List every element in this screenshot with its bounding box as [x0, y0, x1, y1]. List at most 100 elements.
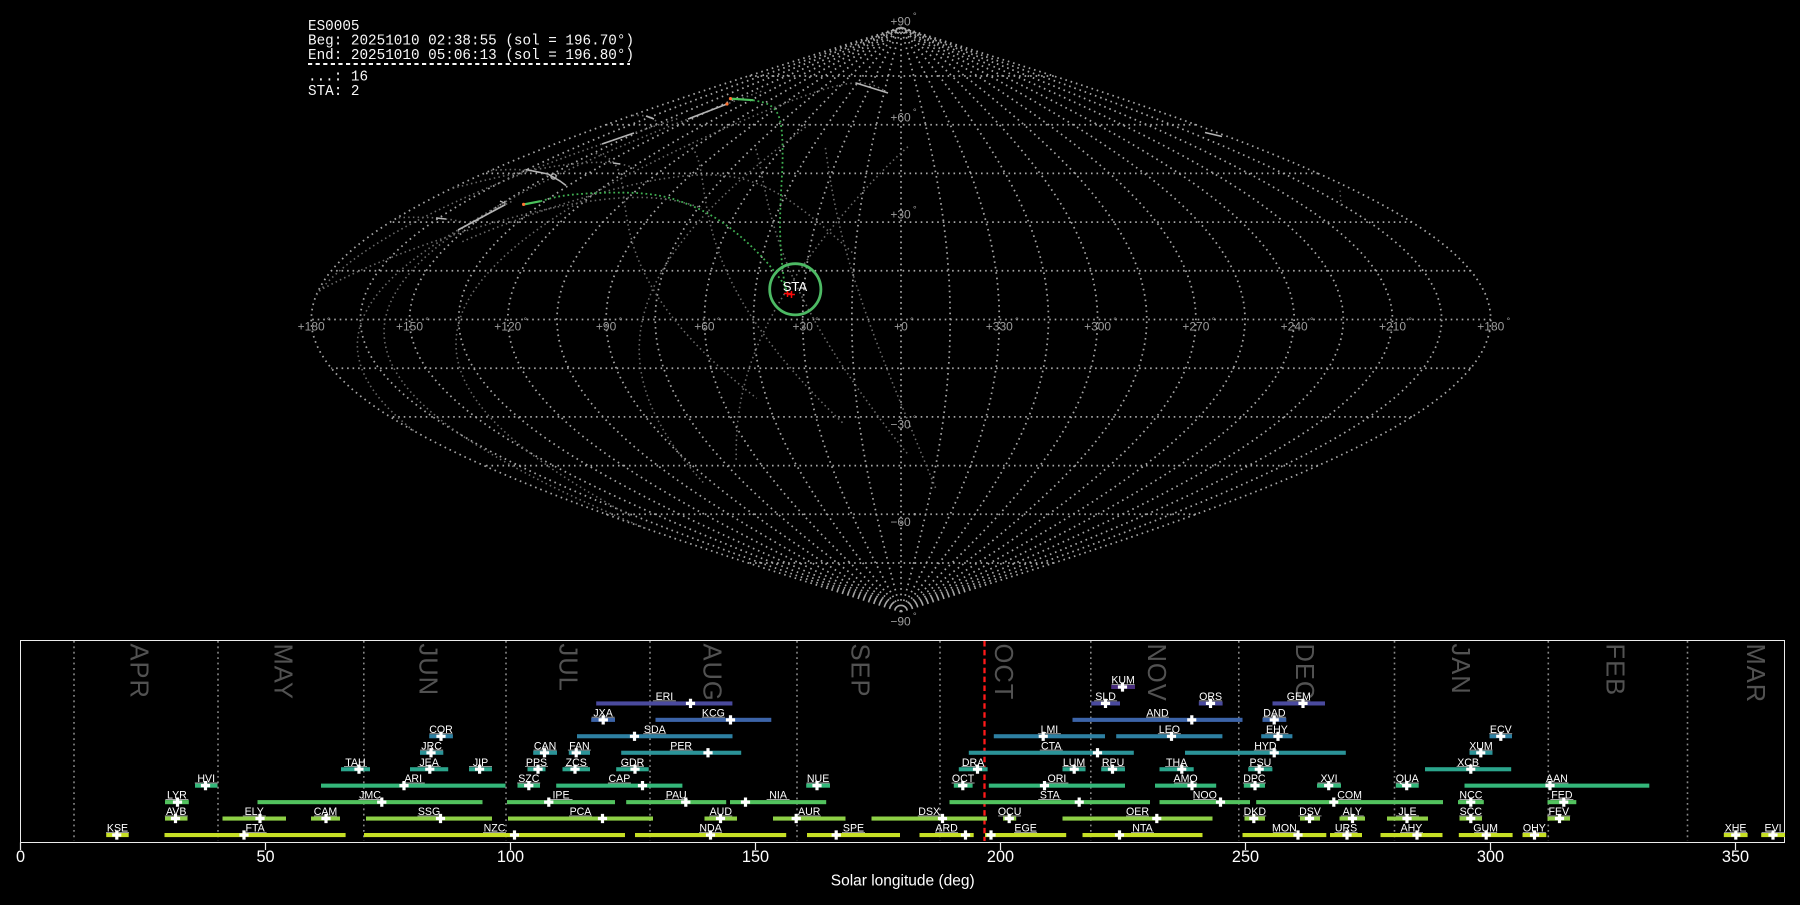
svg-text:IPE: IPE: [552, 790, 569, 802]
svg-text:250: 250: [1232, 848, 1259, 866]
svg-text:TAH: TAH: [345, 757, 365, 769]
svg-text:MON: MON: [1272, 823, 1297, 835]
svg-text:°: °: [524, 316, 528, 327]
svg-text:+210: +210: [1379, 320, 1406, 334]
svg-text:APR: APR: [125, 644, 153, 699]
svg-text:°: °: [619, 316, 623, 327]
svg-text:Solar longitude (deg): Solar longitude (deg): [831, 872, 975, 889]
svg-text:ERI: ERI: [656, 691, 674, 703]
svg-text:NIA: NIA: [769, 790, 788, 802]
svg-text:°: °: [815, 316, 819, 327]
svg-text:300: 300: [1477, 848, 1504, 866]
svg-text:+300: +300: [1084, 320, 1111, 334]
svg-text:JUN: JUN: [414, 644, 442, 697]
svg-text:+60: +60: [890, 110, 911, 124]
svg-text:PER: PER: [670, 740, 692, 752]
svg-text:ORI: ORI: [1047, 773, 1066, 785]
svg-text:°: °: [913, 611, 917, 622]
svg-text:+30: +30: [793, 320, 814, 334]
svg-text:STA: 2: STA: 2: [308, 84, 359, 100]
svg-text:150: 150: [742, 848, 769, 866]
svg-text:+240: +240: [1281, 320, 1308, 334]
svg-text:GDR: GDR: [621, 757, 645, 769]
svg-text:°: °: [913, 107, 917, 118]
svg-text:AUG: AUG: [697, 644, 725, 702]
svg-text:AHY: AHY: [1401, 823, 1423, 835]
svg-text:KCG: KCG: [702, 708, 725, 720]
svg-text:°: °: [910, 316, 914, 327]
svg-text:THA: THA: [1166, 757, 1188, 769]
svg-text:+180: +180: [298, 320, 325, 334]
svg-text:NZC: NZC: [484, 823, 506, 835]
svg-text:OCT: OCT: [989, 644, 1017, 701]
svg-text:JUL: JUL: [553, 644, 581, 692]
svg-text:+60: +60: [694, 320, 715, 334]
svg-text:AND: AND: [1146, 708, 1169, 720]
svg-text:+90: +90: [890, 15, 911, 29]
svg-text:°: °: [913, 512, 917, 523]
svg-text:+270: +270: [1182, 320, 1209, 334]
svg-text:°: °: [913, 204, 917, 215]
svg-text:+120: +120: [494, 320, 521, 334]
svg-text:NTA: NTA: [1132, 823, 1153, 835]
svg-text:COM: COM: [1337, 790, 1362, 802]
svg-text:AMO: AMO: [1174, 773, 1198, 785]
svg-text:+30: +30: [890, 208, 911, 222]
svg-text:DSX: DSX: [918, 806, 940, 818]
svg-text:LEO: LEO: [1159, 724, 1180, 736]
svg-text:°: °: [1212, 316, 1216, 327]
svg-text:JMC: JMC: [359, 790, 381, 802]
svg-text:PAU: PAU: [666, 790, 687, 802]
svg-text:ARD: ARD: [935, 823, 958, 835]
svg-text:FAN: FAN: [569, 740, 590, 752]
svg-text:SSG: SSG: [418, 806, 440, 818]
svg-text:°: °: [1113, 316, 1117, 327]
svg-text:AUR: AUR: [798, 806, 821, 818]
svg-text:End: 20251010 05:06:13 (sol =: End: 20251010 05:06:13 (sol = 196.80°): [308, 48, 634, 64]
svg-text:100: 100: [497, 848, 524, 866]
svg-text:°: °: [1507, 316, 1511, 327]
svg-text:FED: FED: [1551, 790, 1573, 802]
svg-text:STA: STA: [783, 279, 808, 294]
svg-text:ARI: ARI: [404, 773, 422, 785]
svg-text:+90: +90: [596, 320, 617, 334]
svg-text:200: 200: [987, 848, 1014, 866]
svg-text:0: 0: [16, 848, 25, 866]
svg-text:GEM: GEM: [1287, 691, 1311, 703]
svg-text:PCA: PCA: [570, 806, 593, 818]
svg-text:+330: +330: [986, 320, 1013, 334]
svg-text:°: °: [1015, 316, 1019, 327]
svg-text:+0: +0: [894, 320, 908, 334]
svg-text:°: °: [717, 316, 721, 327]
svg-text:−30: −30: [890, 418, 911, 432]
svg-text:SDA: SDA: [644, 724, 667, 736]
svg-text:−90: −90: [890, 615, 911, 629]
svg-text:EGE: EGE: [1014, 823, 1036, 835]
svg-text:NOO: NOO: [1193, 790, 1217, 802]
svg-text:°: °: [1408, 316, 1412, 327]
svg-text:50: 50: [256, 848, 274, 866]
svg-text:STA: STA: [1040, 790, 1061, 802]
svg-text:FEB: FEB: [1600, 644, 1628, 697]
svg-text:JAN: JAN: [1446, 644, 1474, 695]
svg-text:SEP: SEP: [845, 644, 873, 698]
svg-text:+180: +180: [1477, 320, 1504, 334]
svg-text:NOV: NOV: [1142, 644, 1170, 702]
svg-text:°: °: [1310, 316, 1314, 327]
svg-text:OER: OER: [1126, 806, 1149, 818]
svg-text:°: °: [425, 316, 429, 327]
svg-text:°: °: [327, 316, 331, 327]
svg-text:CAP: CAP: [609, 773, 631, 785]
svg-text:350: 350: [1722, 848, 1749, 866]
svg-text:DRA: DRA: [962, 757, 985, 769]
svg-text:SPE: SPE: [843, 823, 864, 835]
svg-text:−60: −60: [890, 515, 911, 529]
svg-text:+150: +150: [396, 320, 423, 334]
svg-text:°: °: [913, 414, 917, 425]
svg-text:°: °: [913, 11, 917, 22]
svg-text:FTA: FTA: [245, 823, 265, 835]
svg-text:CTA: CTA: [1041, 740, 1062, 752]
svg-text:MAY: MAY: [269, 644, 297, 700]
svg-text:MAR: MAR: [1741, 644, 1769, 704]
svg-text:XCB: XCB: [1457, 757, 1479, 769]
